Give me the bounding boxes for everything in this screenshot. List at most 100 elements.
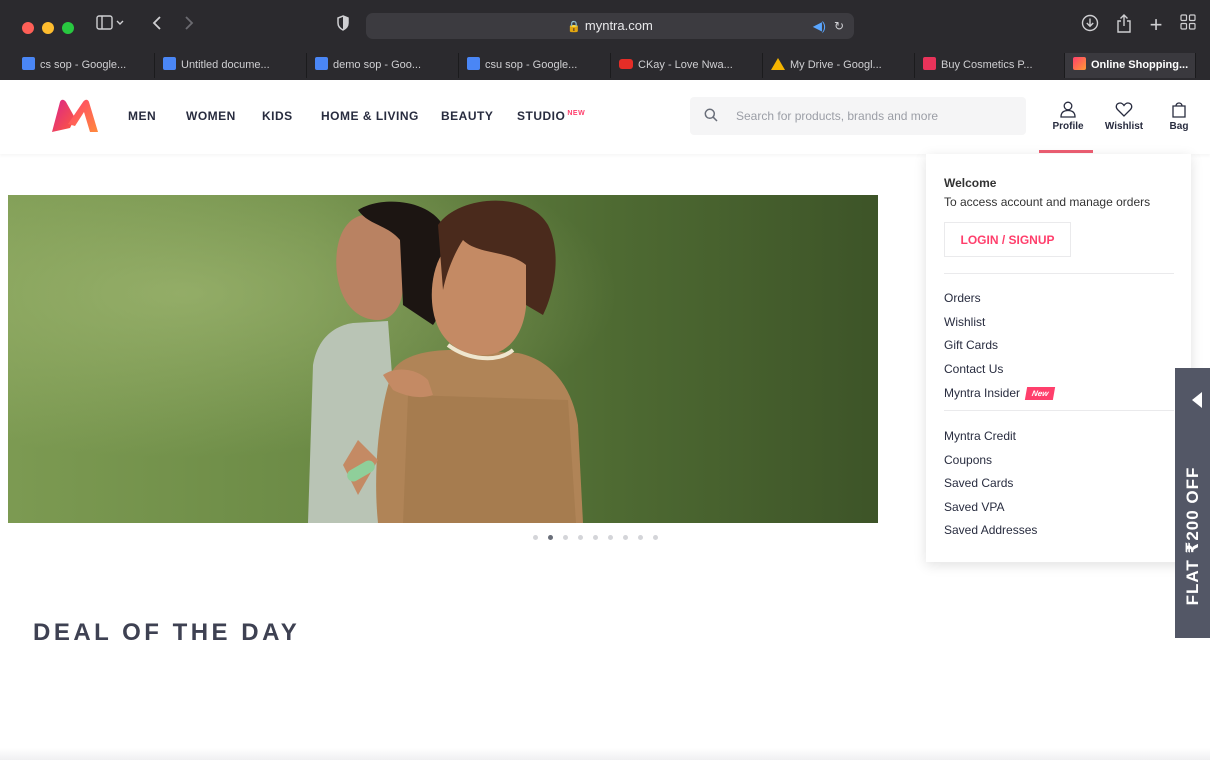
page-bottom-fade xyxy=(0,748,1210,760)
bag-label: Bag xyxy=(1169,121,1189,132)
menu-item-gift-cards[interactable]: Gift Cards xyxy=(944,338,998,352)
deal-of-the-day-heading: DEAL OF THE DAY xyxy=(33,619,301,646)
collapse-arrow-icon[interactable] xyxy=(1192,392,1202,408)
address-url: myntra.com xyxy=(584,18,653,33)
bag-icon xyxy=(1172,102,1186,118)
carousel-dot[interactable] xyxy=(653,535,658,540)
myntra-icon xyxy=(1073,57,1086,70)
share-icon[interactable] xyxy=(1114,14,1134,36)
search-input[interactable] xyxy=(736,97,1016,135)
carousel-dot[interactable] xyxy=(608,535,613,540)
tab-bar: cs sop - Google... Untitled docume... de… xyxy=(14,53,1210,80)
hero-banner[interactable] xyxy=(8,195,878,523)
browser-titlebar: 🔒 myntra.com ◀) ↻ + xyxy=(0,0,1210,50)
address-bar[interactable]: 🔒 myntra.com ◀) ↻ xyxy=(366,13,854,39)
menu-divider xyxy=(944,410,1174,411)
docs-icon xyxy=(467,57,480,70)
youtube-icon xyxy=(619,59,633,69)
zoom-window-button[interactable] xyxy=(62,22,74,34)
docs-icon xyxy=(22,57,35,70)
profile-button[interactable]: Profile xyxy=(1050,100,1086,132)
docs-icon xyxy=(163,57,176,70)
wishlist-label: Wishlist xyxy=(1104,121,1144,132)
menu-item-saved-addresses[interactable]: Saved Addresses xyxy=(944,523,1037,537)
tab-label: demo sop - Goo... xyxy=(333,59,422,71)
menu-item-orders[interactable]: Orders xyxy=(944,291,981,305)
tab-label: CKay - Love Nwa... xyxy=(638,59,733,71)
drive-icon xyxy=(771,58,785,70)
nav-women[interactable]: WOMEN xyxy=(186,109,236,123)
carousel-dot-active[interactable] xyxy=(548,535,553,540)
tab-label: Untitled docume... xyxy=(181,59,270,71)
browser-tab[interactable]: CKay - Love Nwa... xyxy=(611,53,763,78)
carousel-dot[interactable] xyxy=(533,535,538,540)
myntra-logo[interactable] xyxy=(50,98,100,134)
bag-button[interactable]: Bag xyxy=(1166,100,1192,132)
profile-label: Profile xyxy=(1052,121,1084,132)
welcome-subtitle: To access account and manage orders xyxy=(944,195,1151,209)
menu-item-saved-vpa[interactable]: Saved VPA xyxy=(944,500,1004,514)
nav-studio[interactable]: STUDIO NEW xyxy=(517,109,585,123)
flat-offer-side-tab[interactable]: FLAT ₹200 OFF xyxy=(1175,368,1210,638)
menu-divider xyxy=(944,273,1174,274)
menu-item-myntra-credit[interactable]: Myntra Credit xyxy=(944,429,1016,443)
hero-banner-image xyxy=(8,195,878,523)
tab-label: cs sop - Google... xyxy=(40,59,127,71)
insider-new-badge: New xyxy=(1024,387,1056,400)
tab-label: csu sop - Google... xyxy=(485,59,578,71)
close-window-button[interactable] xyxy=(22,22,34,34)
nav-beauty[interactable]: BEAUTY xyxy=(441,109,493,123)
browser-chrome: 🔒 myntra.com ◀) ↻ + cs sop - Google... Unt… xyxy=(0,0,1210,80)
search-bar xyxy=(690,97,1026,135)
menu-item-saved-cards[interactable]: Saved Cards xyxy=(944,476,1013,490)
new-tab-plus-icon[interactable]: + xyxy=(1146,14,1166,36)
user-icon xyxy=(1060,101,1076,118)
browser-tab[interactable]: Untitled docume... xyxy=(155,53,307,78)
tab-overview-icon[interactable] xyxy=(1178,14,1198,36)
browser-tab-active[interactable]: Online Shopping... xyxy=(1065,53,1196,78)
privacy-shield-icon[interactable] xyxy=(334,14,352,36)
search-icon[interactable] xyxy=(704,108,718,122)
site-header: MEN WOMEN KIDS HOME & LIVING BEAUTY STUD… xyxy=(0,80,1210,154)
menu-item-myntra-insider[interactable]: Myntra Insider New xyxy=(944,386,1056,400)
reload-icon[interactable]: ↻ xyxy=(834,19,844,33)
profile-dropdown: Welcome To access account and manage ord… xyxy=(926,154,1191,562)
tab-label: Online Shopping... xyxy=(1091,59,1189,71)
carousel-dot[interactable] xyxy=(593,535,598,540)
heart-icon xyxy=(1115,102,1133,117)
nav-men[interactable]: MEN xyxy=(128,109,156,123)
docs-icon xyxy=(315,57,328,70)
myntra-insider-label: Myntra Insider xyxy=(944,386,1021,400)
carousel-dot[interactable] xyxy=(563,535,568,540)
browser-tab[interactable]: demo sop - Goo... xyxy=(307,53,459,78)
browser-tab[interactable]: cs sop - Google... xyxy=(14,53,155,78)
login-signup-button[interactable]: LOGIN / SIGNUP xyxy=(944,222,1071,257)
nav-kids[interactable]: KIDS xyxy=(262,109,293,123)
menu-item-coupons[interactable]: Coupons xyxy=(944,453,992,467)
welcome-heading: Welcome xyxy=(944,176,997,190)
carousel-dot[interactable] xyxy=(578,535,583,540)
nav-studio-label: STUDIO xyxy=(517,109,566,123)
browser-tab[interactable]: Buy Cosmetics P... xyxy=(915,53,1065,78)
lock-icon: 🔒 xyxy=(567,21,581,33)
nav-home-living[interactable]: HOME & LIVING xyxy=(321,109,419,123)
carousel-dot[interactable] xyxy=(638,535,643,540)
tab-label: Buy Cosmetics P... xyxy=(941,59,1033,71)
audio-playing-icon[interactable]: ◀) xyxy=(813,19,826,33)
back-arrow-icon[interactable] xyxy=(148,14,166,36)
downloads-icon[interactable] xyxy=(1080,14,1100,36)
sidebar-toggle-icon[interactable] xyxy=(94,14,128,36)
browser-tab[interactable]: csu sop - Google... xyxy=(459,53,611,78)
forward-arrow-icon[interactable] xyxy=(180,14,198,36)
menu-item-wishlist[interactable]: Wishlist xyxy=(944,315,985,329)
hero-carousel-dots xyxy=(533,535,658,540)
browser-tab[interactable]: My Drive - Googl... xyxy=(763,53,915,78)
profile-active-underline xyxy=(1039,150,1093,153)
menu-item-contact-us[interactable]: Contact Us xyxy=(944,362,1003,376)
studio-new-badge: NEW xyxy=(567,110,586,117)
minimize-window-button[interactable] xyxy=(42,22,54,34)
wishlist-button[interactable]: Wishlist xyxy=(1104,100,1144,132)
tab-label: My Drive - Googl... xyxy=(790,59,882,71)
carousel-dot[interactable] xyxy=(623,535,628,540)
nykaa-icon xyxy=(923,57,936,70)
